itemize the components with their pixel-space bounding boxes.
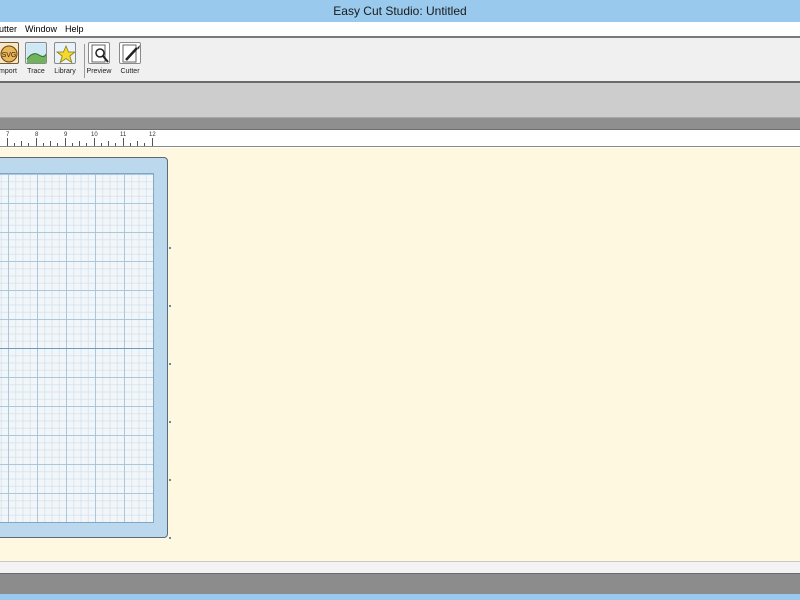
ruler-tick <box>14 143 15 146</box>
import-icon: SVG <box>0 42 19 64</box>
status-bar <box>0 561 800 573</box>
ruler-tick <box>115 143 116 146</box>
svg-text:SVG: SVG <box>2 52 17 59</box>
cutting-mat[interactable] <box>0 157 168 538</box>
trace-button[interactable]: Trace <box>22 42 50 75</box>
ruler-tick <box>86 143 87 146</box>
ruler-tick <box>7 138 8 146</box>
preview-icon <box>88 42 110 64</box>
ruler-tick <box>57 143 58 146</box>
ruler-tick <box>94 138 95 146</box>
library-icon <box>54 42 76 64</box>
preview-label: Preview <box>86 68 112 75</box>
ruler-tick <box>72 143 73 146</box>
ruler-tick <box>101 143 102 146</box>
ruler-tick <box>130 143 131 146</box>
window-title: Easy Cut Studio: Untitled <box>333 4 467 18</box>
ruler-tick <box>137 141 138 146</box>
ruler-tick <box>152 138 153 146</box>
preview-button[interactable]: Preview <box>85 42 113 75</box>
cutter-label: Cutter <box>120 68 140 75</box>
main-toolbar: SVG mport Trace Library Preview Cutter <box>0 36 800 83</box>
ruler-tick <box>144 143 145 146</box>
menu-cutter[interactable]: utter <box>0 22 17 36</box>
menu-window[interactable]: Window <box>25 22 57 36</box>
ruler-tick <box>123 138 124 146</box>
horizontal-ruler[interactable]: 7 8 9 10 11 12 <box>0 131 800 147</box>
cutter-button[interactable]: Cutter <box>116 42 144 75</box>
ruler-tick <box>108 141 109 146</box>
toolbar-divider-strip <box>0 118 800 130</box>
ruler-tick <box>79 141 80 146</box>
ruler-tick <box>21 141 22 146</box>
trace-label: Trace <box>27 68 45 75</box>
library-button[interactable]: Library <box>51 42 79 75</box>
ruler-tick <box>36 138 37 146</box>
ruler-tick <box>65 138 66 146</box>
mat-edge-markers <box>169 247 172 547</box>
title-bar: Easy Cut Studio: Untitled <box>0 0 800 22</box>
ruler-tick <box>43 143 44 146</box>
property-bar <box>0 83 800 118</box>
mat-center-line <box>0 348 154 349</box>
design-canvas[interactable] <box>0 148 800 561</box>
taskbar-edge <box>0 594 800 600</box>
trace-icon <box>25 42 47 64</box>
menu-bar: utter Window Help <box>0 22 800 36</box>
import-label: mport <box>0 68 17 75</box>
cutter-icon <box>119 42 141 64</box>
mat-grid[interactable] <box>0 173 154 523</box>
library-label: Library <box>54 68 76 75</box>
ruler-tick <box>28 143 29 146</box>
ruler-tick <box>50 141 51 146</box>
import-button[interactable]: SVG mport <box>0 42 22 75</box>
bottom-panel <box>0 573 800 594</box>
menu-help[interactable]: Help <box>65 22 84 36</box>
